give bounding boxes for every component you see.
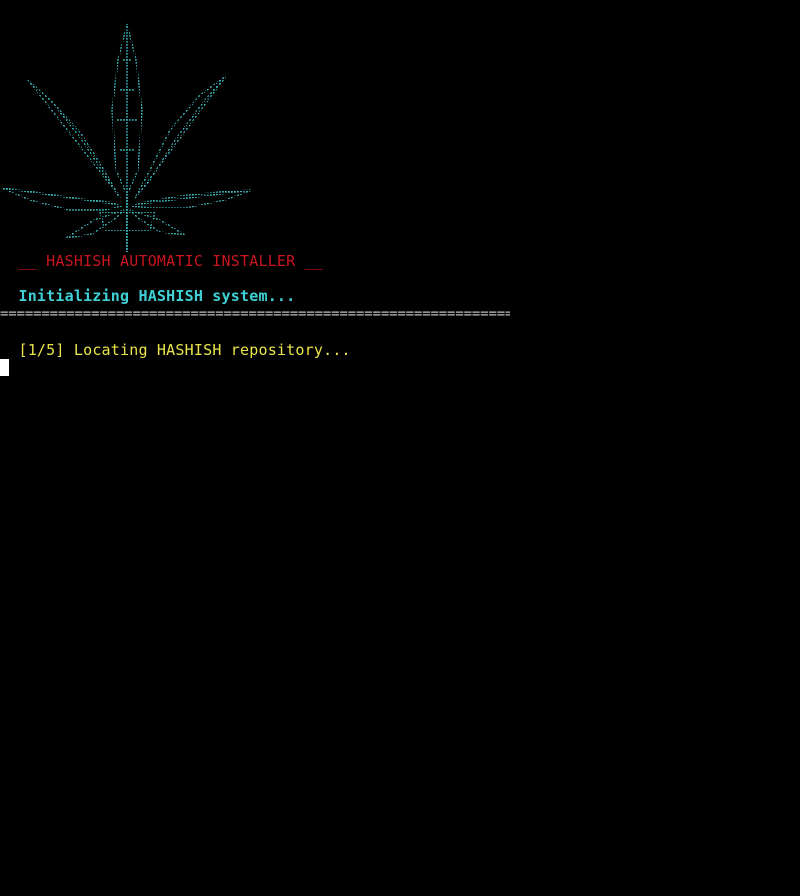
installer-banner: __ HASHISH AUTOMATIC INSTALLER __ [0,252,324,270]
cannabis-leaf-icon [0,20,260,252]
terminal-cursor [0,359,9,376]
step-counter: [1/5] [0,341,74,359]
step-description: Locating HASHISH repository... [73,341,351,359]
terminal-window[interactable]: __ HASHISH AUTOMATIC INSTALLER __ Initia… [0,0,800,896]
separator-divider: ========================================… [0,306,510,322]
step-progress-line: [1/5] Locating HASHISH repository... [0,341,351,359]
initializing-status: Initializing HASHISH system... [0,287,296,305]
